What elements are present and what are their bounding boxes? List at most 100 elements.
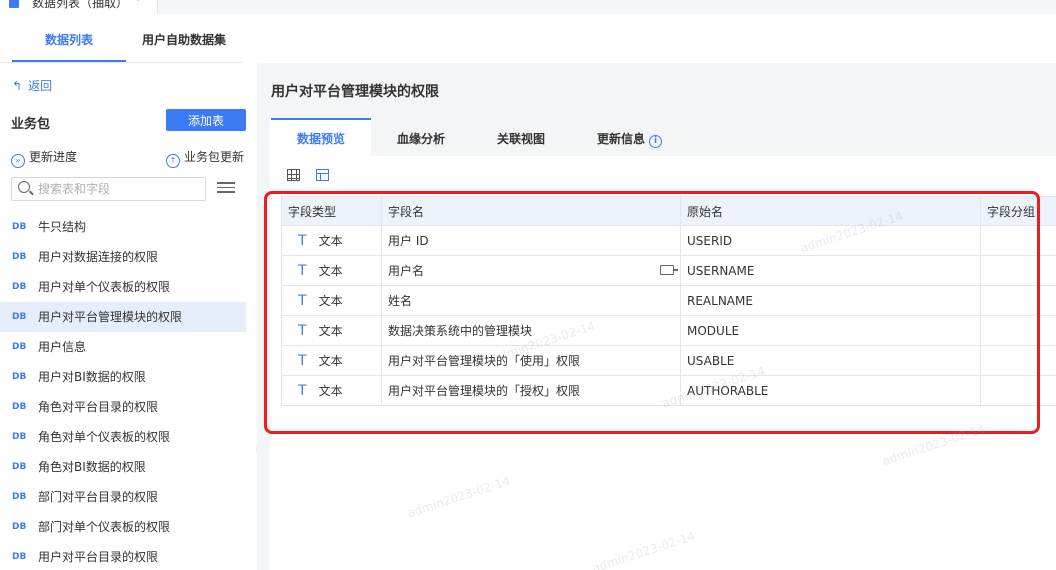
- type-cell: T 文本: [281, 345, 382, 376]
- list-item-label: 用户对数据连接的权限: [38, 250, 159, 264]
- type-label: 文本: [318, 324, 343, 338]
- list-item[interactable]: DB 角色对单个仪表板的权限: [0, 422, 246, 452]
- db-icon: DB: [12, 402, 27, 412]
- list-item-label: 角色对BI数据的权限: [38, 460, 146, 474]
- list-item[interactable]: DB 部门对单个仪表板的权限: [0, 512, 246, 542]
- list-item[interactable]: DB 牛只结构: [0, 212, 246, 242]
- list-item-selected[interactable]: DB 用户对平台管理模块的权限: [0, 302, 246, 332]
- original-name-cell: USERID: [680, 225, 981, 256]
- table-row[interactable]: T 文本 用户名 USERNAME: [281, 255, 1056, 286]
- tab-data-list[interactable]: 数据列表: [45, 31, 93, 48]
- table-list: DB 牛只结构 DB 用户对数据连接的权限 DB 用户对单个仪表板的权限 DB 用户对平…: [0, 212, 246, 570]
- field-name-cell[interactable]: 用户 ID: [381, 225, 681, 256]
- tab-update-info-label: 更新信息: [597, 132, 646, 146]
- field-group-cell: [980, 285, 1056, 316]
- package-update-link[interactable]: ↑ 业务包更新: [166, 148, 244, 168]
- update-progress-link[interactable]: » 更新进度: [11, 148, 77, 168]
- tab-data-preview[interactable]: 数据预览: [297, 130, 345, 147]
- tab-lineage-analysis[interactable]: 血缘分析: [397, 130, 445, 147]
- type-label: 文本: [318, 384, 343, 398]
- type-label: 文本: [318, 354, 343, 368]
- window-tab[interactable]: 数据列表（抽取） ⌵: [0, 0, 158, 14]
- list-item[interactable]: DB 用户信息: [0, 332, 246, 362]
- field-name-cell[interactable]: 姓名: [381, 285, 681, 316]
- list-item[interactable]: DB 用户对数据连接的权限: [0, 242, 246, 272]
- search-icon: [18, 181, 30, 193]
- list-item-label: 用户对单个仪表板的权限: [38, 280, 171, 294]
- list-item[interactable]: DB 部门对平台目录的权限: [0, 482, 246, 512]
- tab-update-info[interactable]: 更新信息 i: [597, 130, 663, 148]
- table-row[interactable]: T 文本 数据决策系统中的管理模块 MODULE: [281, 315, 1056, 346]
- list-item-label: 角色对平台目录的权限: [38, 400, 159, 414]
- upload-icon: ↑: [166, 154, 180, 168]
- db-icon: DB: [12, 282, 27, 292]
- list-item[interactable]: DB 角色对平台目录的权限: [0, 392, 246, 422]
- text-type-icon: T: [298, 323, 307, 339]
- field-name-cell[interactable]: 用户对平台管理模块的「授权」权限: [381, 375, 681, 406]
- table-row[interactable]: T 文本 姓名 REALNAME: [281, 285, 1056, 316]
- search-input[interactable]: [38, 180, 203, 198]
- db-icon: DB: [12, 312, 27, 322]
- field-name-cell[interactable]: 用户对平台管理模块的「使用」权限: [381, 345, 681, 376]
- field-group-cell: [980, 375, 1056, 406]
- type-cell: T 文本: [281, 255, 382, 286]
- chevron-down-icon[interactable]: ⌵: [134, 0, 142, 4]
- type-cell: T 文本: [281, 375, 382, 406]
- list-item[interactable]: DB 用户对BI数据的权限: [0, 362, 246, 392]
- list-item-label: 用户信息: [38, 340, 87, 354]
- page-title: 用户对平台管理模块的权限: [271, 84, 439, 100]
- window-tab-label: 数据列表（抽取）: [32, 0, 129, 10]
- card-view-icon[interactable]: [316, 169, 329, 181]
- table-row[interactable]: T 文本 用户对平台管理模块的「授权」权限 AUTHORABLE: [281, 375, 1056, 406]
- info-icon[interactable]: i: [649, 135, 663, 148]
- field-name-text: 用户名: [388, 264, 425, 278]
- table-header-row: 字段类型 字段名 原始名 字段分组: [281, 196, 1056, 226]
- list-item-label: 用户对平台管理模块的权限: [38, 310, 183, 324]
- original-name-cell: USABLE: [680, 345, 981, 376]
- add-table-button[interactable]: 添加表: [166, 109, 246, 131]
- tab-relation-view[interactable]: 关联视图: [497, 130, 545, 147]
- column-header: 字段名: [381, 196, 681, 226]
- db-icon: DB: [12, 462, 27, 472]
- column-header: 字段分组: [980, 196, 1056, 226]
- back-arrow-icon: ↰: [12, 79, 23, 93]
- db-icon: DB: [12, 222, 27, 232]
- filter-icon[interactable]: [217, 182, 235, 198]
- business-package-title: 业务包: [11, 117, 51, 132]
- text-type-icon: T: [298, 383, 307, 399]
- field-group-cell: [980, 225, 1056, 256]
- active-tab-underline: [12, 60, 126, 62]
- grid-view-icon[interactable]: [287, 169, 300, 181]
- tab-self-service-dataset[interactable]: 用户自助数据集: [142, 31, 226, 48]
- update-progress-label: 更新进度: [29, 150, 78, 164]
- table-row[interactable]: T 文本 用户 ID USERID: [281, 225, 1056, 256]
- type-label: 文本: [318, 234, 343, 248]
- field-table: 字段类型 字段名 原始名 字段分组 T 文本 用户 ID USERID T 文本 用…: [281, 196, 1056, 406]
- back-link[interactable]: ↰ 返回: [12, 77, 52, 94]
- text-type-icon: T: [298, 293, 307, 309]
- list-item-label: 用户对BI数据的权限: [38, 370, 146, 384]
- field-group-cell: [980, 315, 1056, 346]
- table-row[interactable]: T 文本 用户对平台管理模块的「使用」权限 USABLE: [281, 345, 1056, 376]
- db-icon: DB: [12, 492, 27, 502]
- list-item[interactable]: DB 用户对平台目录的权限: [0, 542, 246, 570]
- list-item[interactable]: DB 角色对BI数据的权限: [0, 452, 246, 482]
- left-tabs: 数据列表 用户自助数据集: [0, 14, 242, 63]
- text-type-icon: T: [298, 233, 307, 249]
- edit-icon[interactable]: [660, 265, 678, 275]
- list-item-label: 用户对平台目录的权限: [38, 550, 159, 564]
- list-item[interactable]: DB 用户对单个仪表板的权限: [0, 272, 246, 302]
- text-type-icon: T: [298, 263, 307, 279]
- db-icon: DB: [12, 552, 27, 562]
- db-icon: DB: [12, 342, 27, 352]
- list-item-label: 角色对单个仪表板的权限: [38, 430, 171, 444]
- db-icon: DB: [12, 522, 27, 532]
- field-group-cell: [980, 345, 1056, 376]
- type-label: 文本: [318, 294, 343, 308]
- search-box[interactable]: [11, 177, 206, 201]
- field-group-cell: [980, 255, 1056, 286]
- field-name-cell[interactable]: 用户名: [381, 255, 681, 286]
- back-label: 返回: [28, 79, 53, 93]
- list-item-label: 牛只结构: [38, 220, 87, 234]
- field-name-cell[interactable]: 数据决策系统中的管理模块: [381, 315, 681, 346]
